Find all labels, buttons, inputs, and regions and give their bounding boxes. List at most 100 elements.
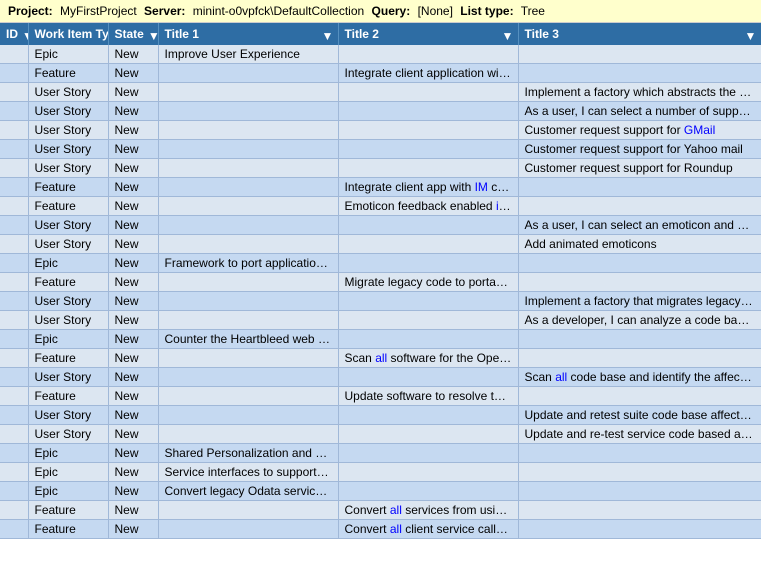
cell-id — [0, 463, 28, 482]
table-row: User StoryNewScan all code base and iden… — [0, 368, 761, 387]
cell-title2: Integrate client app with IM clients — [338, 178, 518, 197]
cell-state: New — [108, 178, 158, 197]
col-header-title2[interactable]: Title 2 ▼ — [338, 23, 518, 45]
col-header-title3[interactable]: Title 3 ▼ — [518, 23, 761, 45]
cell-work-item-type: Feature — [28, 178, 108, 197]
cell-title3: As a user, I can select a number of supp… — [518, 102, 761, 121]
cell-title1 — [158, 197, 338, 216]
cell-work-item-type: User Story — [28, 102, 108, 121]
cell-title2: Convert all services from using experiem… — [338, 501, 518, 520]
cell-title3 — [518, 64, 761, 83]
cell-title1 — [158, 387, 338, 406]
cell-state: New — [108, 349, 158, 368]
cell-work-item-type: Epic — [28, 254, 108, 273]
col-header-state[interactable]: State ▼ — [108, 23, 158, 45]
sort-icon-state: ▼ — [148, 29, 158, 39]
col-header-wit[interactable]: Work Item Type ▼ — [28, 23, 108, 45]
server-value: minint-o0vpfck\DefaultCollection — [193, 4, 364, 18]
cell-state: New — [108, 501, 158, 520]
cell-title2 — [338, 406, 518, 425]
table-row: EpicNewImprove User Experience — [0, 45, 761, 64]
sort-icon-id: ▼ — [22, 29, 28, 39]
cell-id — [0, 311, 28, 330]
cell-state: New — [108, 102, 158, 121]
cell-work-item-type: User Story — [28, 121, 108, 140]
cell-title1 — [158, 501, 338, 520]
cell-title3 — [518, 387, 761, 406]
cell-title2: Emoticon feedback enabled in client appl… — [338, 197, 518, 216]
cell-title2: Convert all client service calls from us… — [338, 520, 518, 539]
cell-id — [0, 140, 28, 159]
listtype-label: List type: — [460, 4, 513, 18]
cell-id — [0, 273, 28, 292]
cell-title1 — [158, 140, 338, 159]
cell-id — [0, 349, 28, 368]
cell-title3 — [518, 330, 761, 349]
cell-title3 — [518, 197, 761, 216]
col-header-title1[interactable]: Title 1 ▼ — [158, 23, 338, 45]
cell-state: New — [108, 311, 158, 330]
cell-work-item-type: Feature — [28, 501, 108, 520]
cell-id — [0, 121, 28, 140]
cell-title3: Scan all code base and identify the affe… — [518, 368, 761, 387]
cell-id — [0, 406, 28, 425]
cell-title3 — [518, 349, 761, 368]
cell-title2 — [338, 425, 518, 444]
cell-title2 — [338, 311, 518, 330]
table-row: User StoryNewAs a user, I can select an … — [0, 216, 761, 235]
cell-work-item-type: Feature — [28, 520, 108, 539]
cell-state: New — [108, 254, 158, 273]
topbar: Project: MyFirstProject Server: minint-o… — [0, 0, 761, 23]
cell-title1 — [158, 216, 338, 235]
table-row: FeatureNew Convert all client service cal… — [0, 520, 761, 539]
cell-title2 — [338, 330, 518, 349]
cell-state: New — [108, 159, 158, 178]
table-header-row: ID ▼ Work Item Type ▼ State ▼ — [0, 23, 761, 45]
query-value: [None] — [418, 4, 453, 18]
work-items-table: ID ▼ Work Item Type ▼ State ▼ — [0, 23, 761, 539]
cell-state: New — [108, 330, 158, 349]
cell-id — [0, 368, 28, 387]
sort-icon-title2: ▼ — [502, 29, 512, 39]
cell-state: New — [108, 425, 158, 444]
cell-title3 — [518, 501, 761, 520]
cell-work-item-type: Feature — [28, 197, 108, 216]
cell-title3 — [518, 273, 761, 292]
cell-work-item-type: User Story — [28, 368, 108, 387]
cell-id — [0, 64, 28, 83]
cell-state: New — [108, 45, 158, 64]
cell-work-item-type: User Story — [28, 159, 108, 178]
table-row: EpicNewConvert legacy Odata service inte… — [0, 482, 761, 501]
listtype-value: Tree — [521, 4, 545, 18]
col-header-id[interactable]: ID ▼ — [0, 23, 28, 45]
cell-title2 — [338, 45, 518, 64]
project-label: Project: — [8, 4, 53, 18]
cell-title3 — [518, 444, 761, 463]
cell-title1 — [158, 102, 338, 121]
cell-id — [0, 520, 28, 539]
table-row: User StoryNew Customer request support fo… — [0, 121, 761, 140]
cell-state: New — [108, 121, 158, 140]
cell-title1 — [158, 273, 338, 292]
table-row: FeatureNew Integrate client app with IM c… — [0, 178, 761, 197]
cell-title3: Customer request support for GMail — [518, 121, 761, 140]
cell-title1: Framework to port applications to all de… — [158, 254, 338, 273]
table-row: User StoryNewAs a developer, I can analy… — [0, 311, 761, 330]
cell-id — [0, 216, 28, 235]
cell-title2 — [338, 368, 518, 387]
table-row: User StoryNewAdd animated emoticons — [0, 235, 761, 254]
cell-title2 — [338, 235, 518, 254]
cell-work-item-type: Feature — [28, 349, 108, 368]
cell-state: New — [108, 197, 158, 216]
cell-title1 — [158, 349, 338, 368]
cell-title1: Counter the Heartbleed web security bug — [158, 330, 338, 349]
table-row: User StoryNewUpdate and re-test service … — [0, 425, 761, 444]
cell-work-item-type: User Story — [28, 140, 108, 159]
cell-title3: Update and retest suite code base affect… — [518, 406, 761, 425]
table-row: User StoryNew As a user, I can select a n… — [0, 102, 761, 121]
cell-id — [0, 45, 28, 64]
cell-state: New — [108, 520, 158, 539]
cell-work-item-type: Epic — [28, 330, 108, 349]
cell-title1 — [158, 406, 338, 425]
cell-state: New — [108, 292, 158, 311]
